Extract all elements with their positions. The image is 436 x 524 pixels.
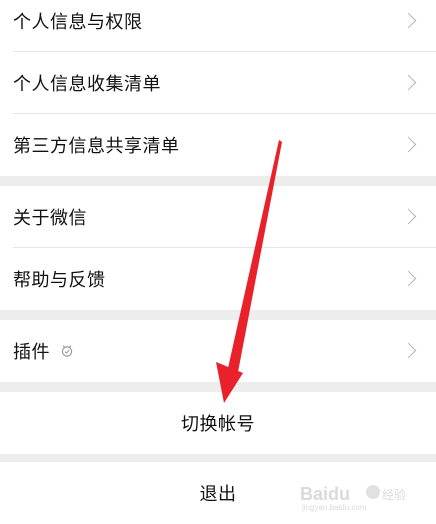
settings-item-label: 关于微信 [13,208,87,229]
watermark-brand: Baidu [300,484,350,504]
chevron-right-icon [400,342,417,359]
settings-item-label: 插件 [13,342,50,363]
settings-item-personal-info-collection[interactable]: 个人信息收集清单 [0,52,436,114]
settings-item-label: 个人信息与权限 [13,12,143,33]
svg-text:经验: 经验 [382,487,406,502]
chevron-right-icon [400,270,417,287]
chevron-right-icon [400,12,417,29]
chevron-right-icon [400,208,417,225]
settings-item-label: 帮助与反馈 [13,270,106,291]
settings-item-third-party-sharing[interactable]: 第三方信息共享清单 [0,114,436,176]
logout-label: 退出 [199,484,237,505]
baidu-jingyan-watermark: Baidu 经验 jingyan.baidu.com [300,484,406,512]
about-help-group: 关于微信 帮助与反馈 [0,186,436,310]
chevron-right-icon [400,136,417,153]
privacy-settings-group: 个人信息与权限 个人信息收集清单 第三方信息共享清单 [0,0,436,176]
plugins-group: 插件 [0,320,436,382]
settings-item-plugins[interactable]: 插件 [0,320,436,382]
switch-account-label: 切换帐号 [181,414,255,435]
switch-account-button[interactable]: 切换帐号 [0,392,436,454]
plugin-icon [61,345,73,357]
settings-item-personal-info-permissions[interactable]: 个人信息与权限 [0,0,436,52]
settings-item-label: 个人信息收集清单 [13,74,161,95]
settings-item-about-wechat[interactable]: 关于微信 [0,186,436,248]
watermark-subtitle: jingyan.baidu.com [301,503,367,512]
chevron-right-icon [400,74,417,91]
settings-item-help-feedback[interactable]: 帮助与反馈 [0,248,436,310]
switch-account-group: 切换帐号 [0,392,436,454]
settings-item-label: 第三方信息共享清单 [13,136,180,157]
